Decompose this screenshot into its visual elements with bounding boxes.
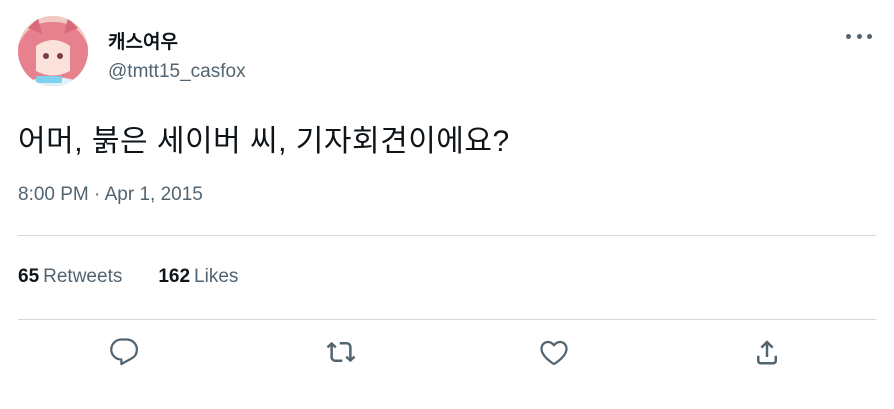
reply-button[interactable] [104, 332, 144, 372]
like-button[interactable] [534, 332, 574, 372]
retweets-label: Retweets [43, 266, 123, 287]
more-icon[interactable] [846, 26, 872, 46]
tweet-timestamp[interactable]: 8:00 PM · Apr 1, 2015 [18, 184, 203, 206]
divider [18, 319, 876, 320]
tweet-stats: 65 Retweets 162 Likes [18, 266, 238, 288]
display-name[interactable]: 캐스여우 [108, 27, 178, 54]
share-icon [757, 340, 777, 365]
likes-label: Likes [194, 266, 239, 287]
retweet-button[interactable] [321, 332, 361, 372]
heart-icon [540, 340, 568, 365]
retweets-stat[interactable]: 65 Retweets [18, 266, 122, 288]
likes-stat[interactable]: 162 Likes [158, 266, 238, 288]
retweets-count: 65 [18, 266, 40, 287]
share-button[interactable] [747, 332, 787, 372]
reply-icon [110, 338, 138, 366]
retweet-icon [326, 341, 356, 363]
tweet-header: 캐스여우 @tmtt15_casfox [18, 16, 876, 96]
action-bar [0, 332, 894, 376]
user-handle[interactable]: @tmtt15_casfox [108, 61, 246, 83]
likes-count: 162 [158, 266, 191, 287]
tweet-text: 어머, 붉은 세이버 씨, 기자회견이에요? [18, 125, 510, 158]
divider [18, 235, 876, 236]
avatar[interactable] [18, 16, 88, 86]
avatar-image [18, 16, 88, 86]
